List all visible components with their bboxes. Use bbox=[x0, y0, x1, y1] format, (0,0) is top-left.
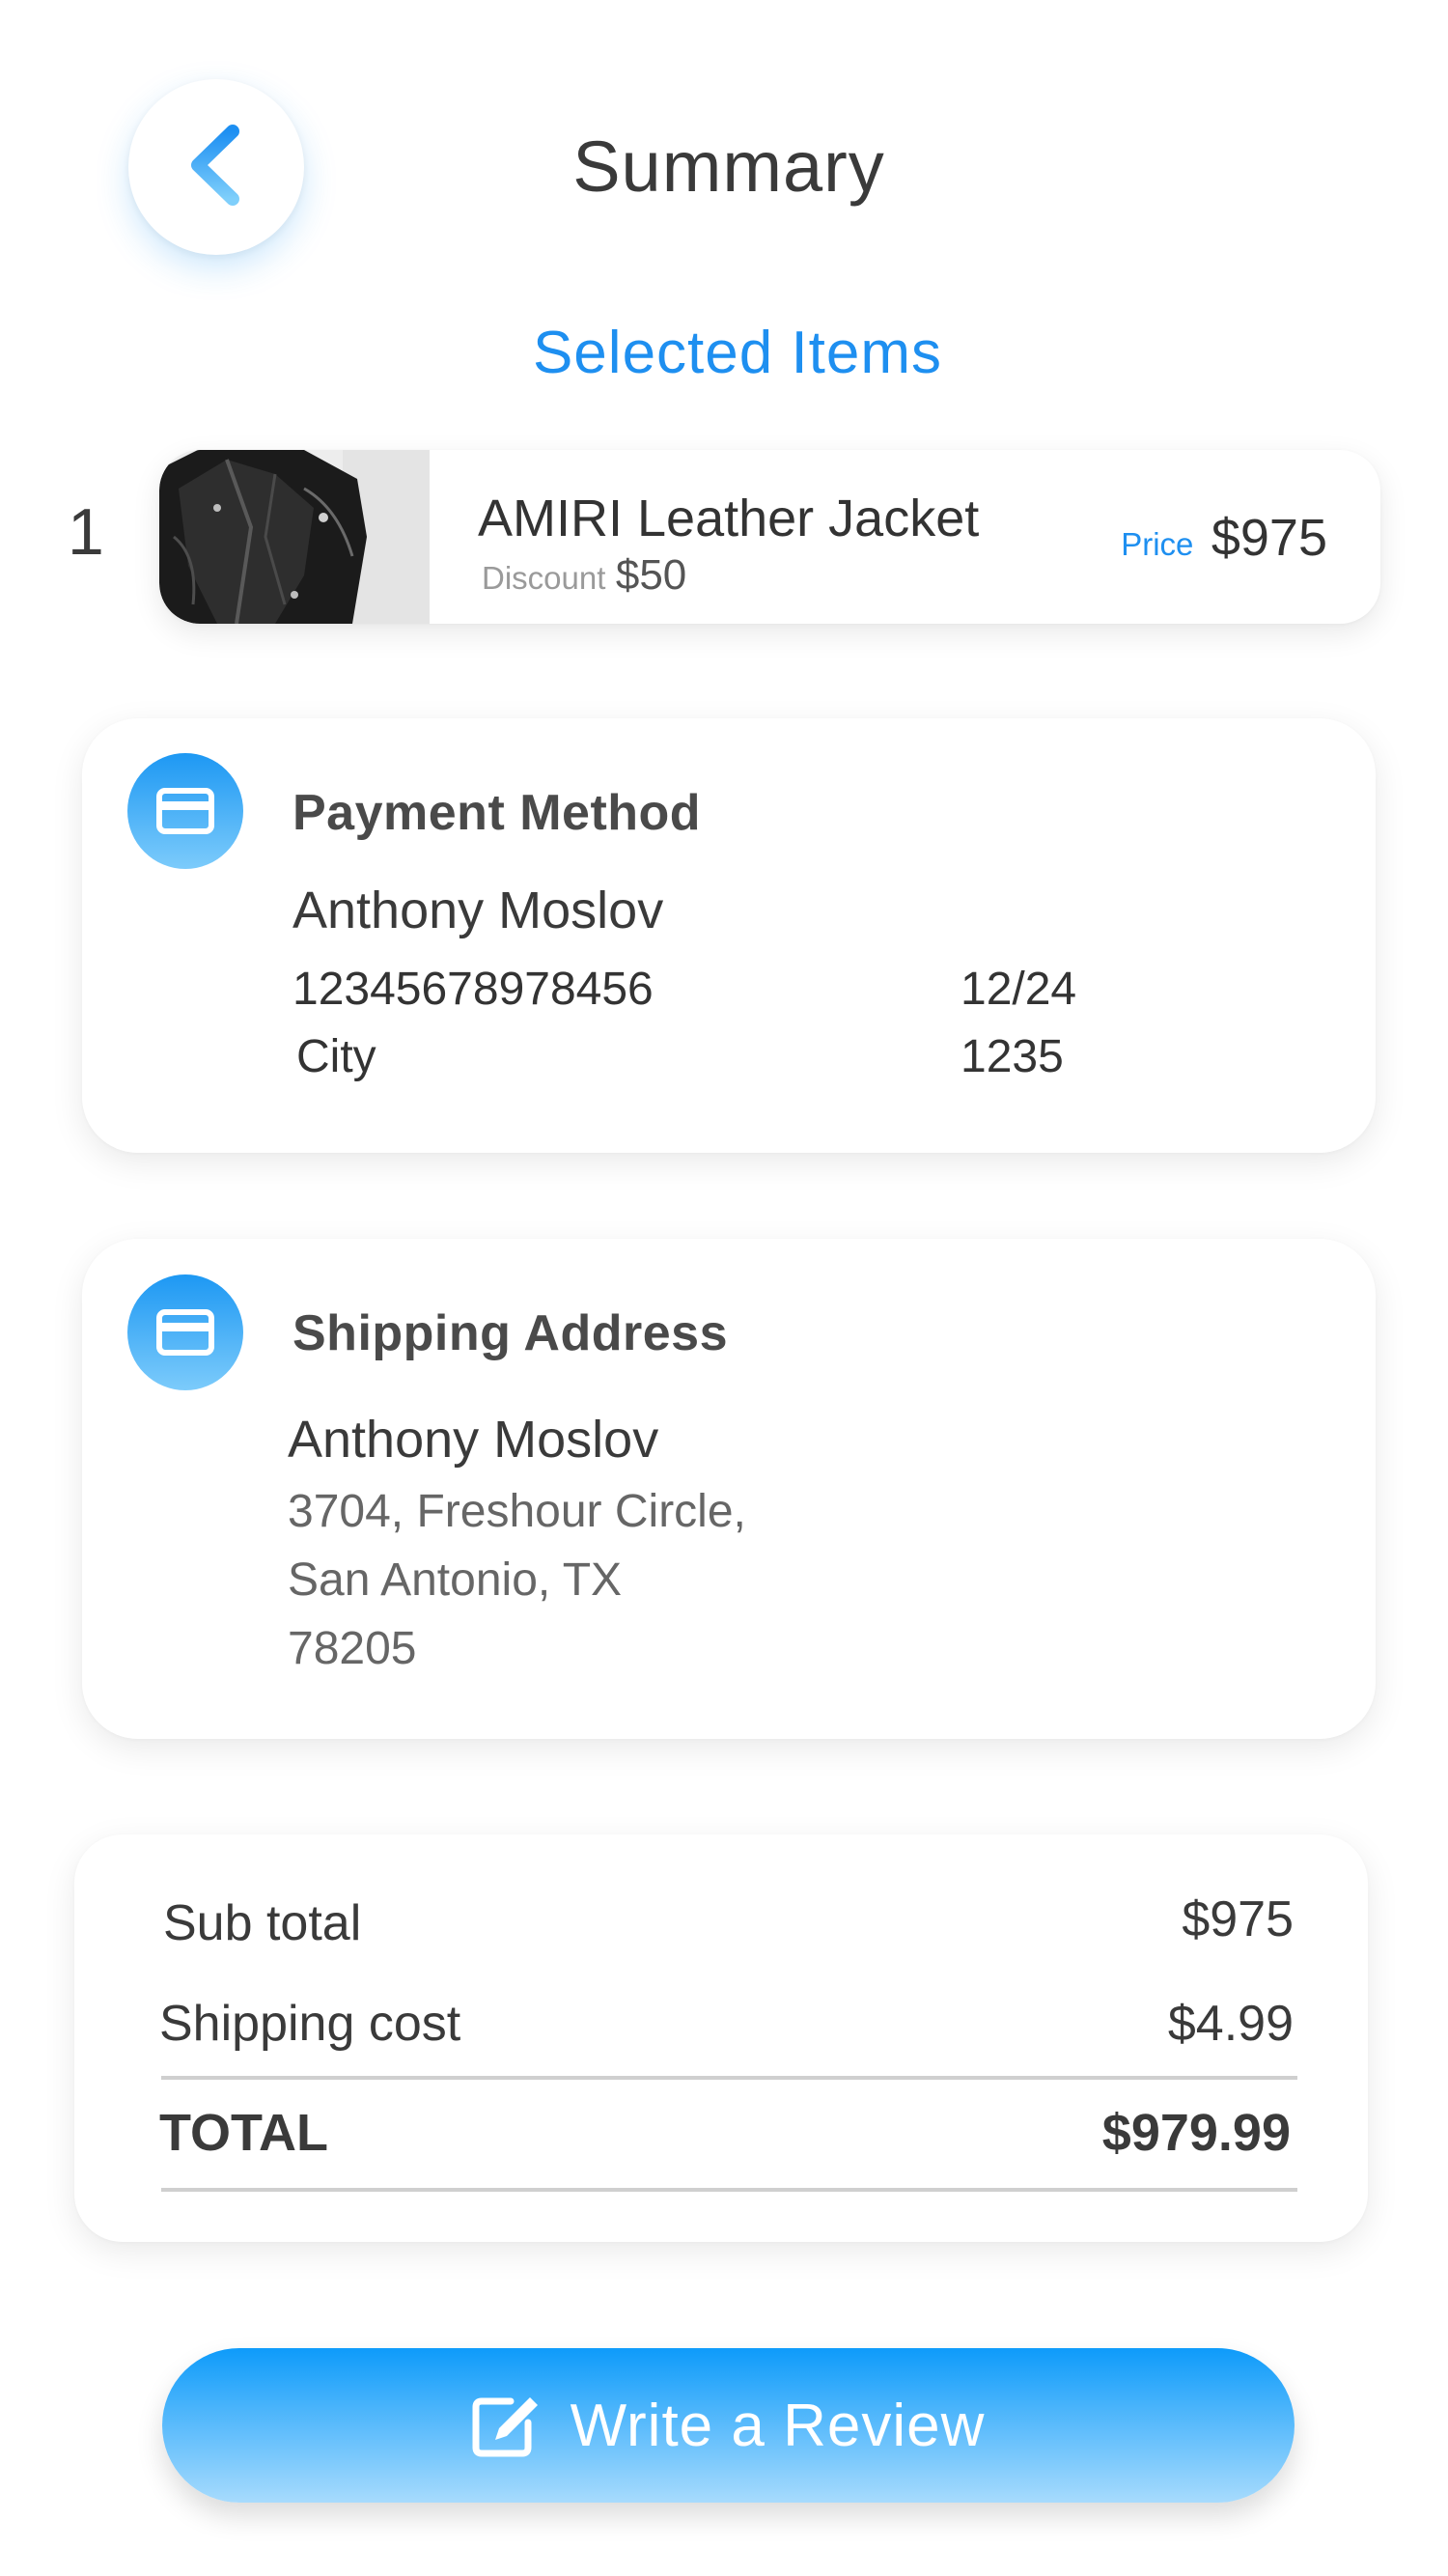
total-value: $979.99 bbox=[1101, 2104, 1291, 2162]
payment-method-heading: Payment Method bbox=[292, 785, 702, 841]
credit-card-icon bbox=[127, 753, 243, 869]
shipping-address-card[interactable]: Shipping Address Anthony Moslov 3704, Fr… bbox=[82, 1239, 1376, 1739]
page-title: Summary bbox=[572, 126, 885, 207]
item-index: 1 bbox=[68, 495, 104, 569]
shipping-cost-label: Shipping cost bbox=[159, 1996, 461, 2052]
selected-items-heading: Selected Items bbox=[532, 320, 943, 386]
product-name: AMIRI Leather Jacket bbox=[478, 490, 980, 547]
cardholder-name: Anthony Moslov bbox=[292, 882, 664, 939]
discount-row: Discount $50 bbox=[482, 551, 686, 600]
credit-card-icon bbox=[127, 1274, 243, 1390]
price-value: $975 bbox=[1211, 509, 1327, 567]
totals-divider bbox=[161, 2076, 1297, 2080]
edit-icon bbox=[472, 2394, 542, 2457]
subtotal-label: Sub total bbox=[163, 1895, 362, 1951]
card-number: 12345678978456 bbox=[292, 964, 654, 1015]
write-review-button[interactable]: Write a Review bbox=[162, 2348, 1295, 2503]
list-item[interactable]: AMIRI Leather Jacket Discount $50 Price … bbox=[159, 450, 1380, 624]
subtotal-value: $975 bbox=[1182, 1891, 1294, 1947]
discount-value: $50 bbox=[615, 551, 687, 599]
recipient-name: Anthony Moslov bbox=[288, 1411, 659, 1469]
price-row: Price $975 bbox=[1121, 508, 1327, 568]
address-line-2: San Antonio, TX bbox=[288, 1554, 623, 1606]
totals-bottom-divider bbox=[161, 2188, 1297, 2192]
payment-method-card[interactable]: Payment Method Anthony Moslov 1234567897… bbox=[82, 718, 1376, 1153]
total-label: TOTAL bbox=[159, 2104, 328, 2162]
shipping-address-heading: Shipping Address bbox=[292, 1305, 728, 1361]
write-review-label: Write a Review bbox=[570, 2392, 986, 2459]
order-totals-card: Sub total $975 Shipping cost $4.99 TOTAL… bbox=[74, 1834, 1368, 2242]
price-label: Price bbox=[1121, 526, 1194, 562]
shipping-cost-value: $4.99 bbox=[1167, 1996, 1294, 2052]
summary-screen: Summary Selected Items 1 AMIRI Leather J… bbox=[0, 0, 1448, 2576]
card-city: City bbox=[296, 1031, 376, 1082]
address-zip: 78205 bbox=[288, 1623, 417, 1674]
address-line-1: 3704, Freshour Circle, bbox=[288, 1486, 746, 1537]
discount-label: Discount bbox=[482, 560, 606, 596]
product-thumbnail bbox=[159, 450, 430, 624]
card-expiry: 12/24 bbox=[961, 964, 1077, 1015]
card-code: 1235 bbox=[961, 1031, 1064, 1082]
